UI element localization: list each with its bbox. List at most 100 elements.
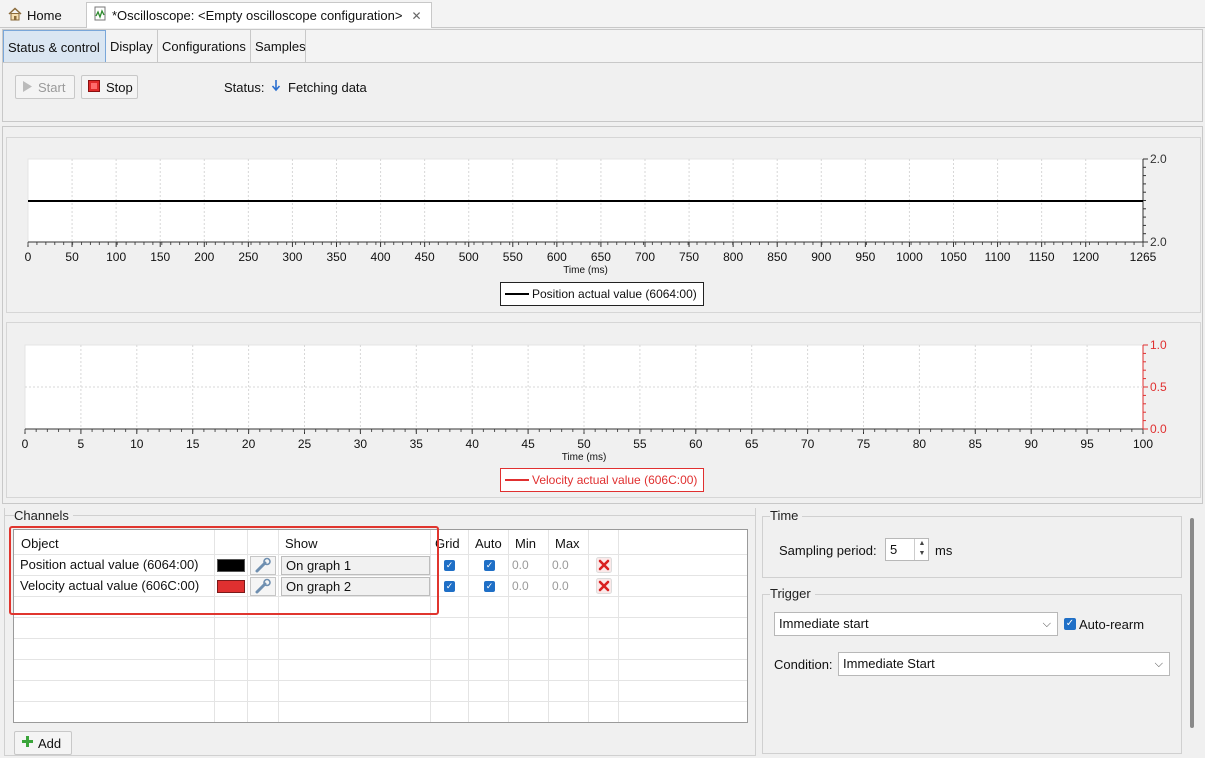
header-auto: Auto	[475, 536, 502, 551]
x-tick-label: 95	[1080, 437, 1094, 451]
start-label: Start	[38, 79, 66, 95]
stop-button[interactable]: Stop	[81, 75, 138, 99]
x-tick-label: 1150	[1029, 250, 1055, 264]
x-tick-label: 700	[635, 250, 655, 264]
y-tick-label: 0.0	[1150, 422, 1167, 436]
auto-rearm-label: Auto-rearm	[1079, 617, 1145, 632]
x-tick-label: 10	[130, 437, 144, 451]
x-tick-label: 65	[745, 437, 759, 451]
x-tick-label: 50	[65, 250, 79, 264]
start-button[interactable]: Start	[15, 75, 75, 99]
delete-icon[interactable]	[596, 557, 612, 576]
control-panel: Start Stop Status: Fetching data	[2, 62, 1203, 122]
tab-samples[interactable]: Samples	[251, 30, 306, 63]
x-tick-label: 950	[855, 250, 875, 264]
grid-checkbox[interactable]: ✓	[444, 581, 455, 592]
x-tick-label: 70	[801, 437, 815, 451]
grid-checkbox[interactable]: ✓	[444, 560, 455, 571]
x-tick-label: 200	[194, 250, 214, 264]
highlight-box	[9, 526, 439, 615]
x-tick-label: 5	[78, 437, 85, 451]
y-tick-label: 2.0	[1150, 235, 1167, 249]
tab-status-control[interactable]: Status & control	[3, 30, 106, 63]
trigger-mode-select[interactable]: Immediate start ⌵	[774, 612, 1058, 636]
x-tick-label: 1000	[896, 250, 923, 264]
sampling-unit: ms	[935, 543, 953, 558]
channels-title: Channels	[14, 508, 73, 523]
auto-checkbox[interactable]: ✓	[484, 560, 495, 571]
auto-checkbox[interactable]: ✓	[484, 581, 495, 592]
x-tick-label: 40	[466, 437, 480, 451]
max-value[interactable]: 0.0	[552, 579, 569, 593]
min-value[interactable]: 0.0	[512, 558, 529, 572]
x-tick-label: 0	[25, 250, 32, 264]
x-tick-label: 15	[186, 437, 200, 451]
chevron-down-icon: ⌵	[1154, 658, 1163, 670]
condition-select[interactable]: Immediate Start ⌵	[838, 652, 1170, 676]
x-tick-label: 20	[242, 437, 256, 451]
x-tick-label: 100	[1133, 437, 1153, 451]
sampling-period-value: 5	[890, 542, 898, 557]
sampling-period-label: Sampling period:	[779, 543, 877, 558]
tab-home-label: Home	[27, 7, 62, 23]
x-tick-label: 750	[679, 250, 699, 264]
plus-icon	[21, 735, 34, 751]
x-tick-label: 600	[547, 250, 567, 264]
x-tick-label: 60	[689, 437, 703, 451]
x-tick-label: 1200	[1072, 250, 1099, 264]
x-tick-label: 800	[723, 250, 743, 264]
scrollbar-thumb[interactable]	[1190, 518, 1194, 728]
graph-2-panel: 0 5 10 15 20 25 30 35 40 45 50 55 60 65 70 75 80 85 90 95 10…	[6, 322, 1201, 498]
x-tick-label: 900	[811, 250, 831, 264]
graph-1-legend: Position actual value (6064:00)	[500, 282, 704, 306]
x-tick-label: 25	[298, 437, 312, 451]
home-icon	[8, 6, 22, 24]
trigger-mode-value: Immediate start	[779, 616, 869, 631]
tab-home[interactable]: Home	[2, 2, 68, 28]
legend-line-black	[505, 293, 529, 295]
tab-display[interactable]: Display	[106, 30, 158, 63]
close-icon[interactable]: ✕	[411, 9, 421, 23]
x-tick-label: 650	[591, 250, 611, 264]
download-arrow-icon	[271, 79, 281, 95]
condition-value: Immediate Start	[843, 656, 935, 671]
x-axis-label: Time (ms)	[562, 452, 607, 463]
x-axis-label: Time (ms)	[563, 265, 608, 276]
x-tick-label: 100	[106, 250, 126, 264]
max-value[interactable]: 0.0	[552, 558, 569, 572]
x-tick-label: 850	[767, 250, 787, 264]
x-tick-label: 0	[22, 437, 29, 451]
header-min: Min	[515, 536, 536, 551]
x-tick-label: 45	[521, 437, 535, 451]
condition-label: Condition:	[774, 657, 833, 672]
x-tick-label: 1050	[940, 250, 967, 264]
legend-label-velocity: Velocity actual value (606C:00)	[532, 473, 698, 487]
x-tick-label: 450	[415, 250, 435, 264]
tab-oscilloscope[interactable]: *Oscilloscope: <Empty oscilloscope confi…	[86, 2, 432, 28]
editor-tab-bar: Home *Oscilloscope: <Empty oscilloscope …	[0, 0, 1205, 28]
graph-1-plot: 0 50 100 150 200 250 300 350 400 450 500 550 600 650 7…	[25, 152, 1167, 276]
y-tick-label: 2.0	[1150, 152, 1167, 166]
x-tick-label: 500	[459, 250, 479, 264]
sampling-period-spinner[interactable]: 5 ▲ ▼	[885, 538, 929, 561]
add-label: Add	[38, 735, 62, 751]
x-tick-label: 35	[410, 437, 424, 451]
sub-tab-bar: Status & control Display Configurations …	[2, 29, 1203, 63]
x-tick-label: 80	[913, 437, 927, 451]
graph-1-panel: 0 50 100 150 200 250 300 350 400 450 500 550 600 650 7…	[6, 137, 1201, 313]
tab-configurations[interactable]: Configurations	[158, 30, 251, 63]
x-tick-label: 85	[969, 437, 983, 451]
delete-icon[interactable]	[596, 578, 612, 597]
chevron-down-icon: ⌵	[1042, 618, 1051, 630]
add-button[interactable]: Add	[14, 731, 72, 755]
x-tick-label: 1100	[985, 250, 1011, 264]
x-tick-label: 400	[371, 250, 391, 264]
spinner-arrows-icon[interactable]: ▲ ▼	[914, 539, 929, 560]
play-icon	[22, 80, 33, 95]
legend-label-position: Position actual value (6064:00)	[532, 287, 697, 301]
min-value[interactable]: 0.0	[512, 579, 529, 593]
y-tick-label: 1.0	[1150, 338, 1167, 352]
auto-rearm-checkbox[interactable]: ✓	[1064, 618, 1076, 630]
trigger-title: Trigger	[770, 586, 815, 601]
status-value: Fetching data	[288, 80, 367, 95]
